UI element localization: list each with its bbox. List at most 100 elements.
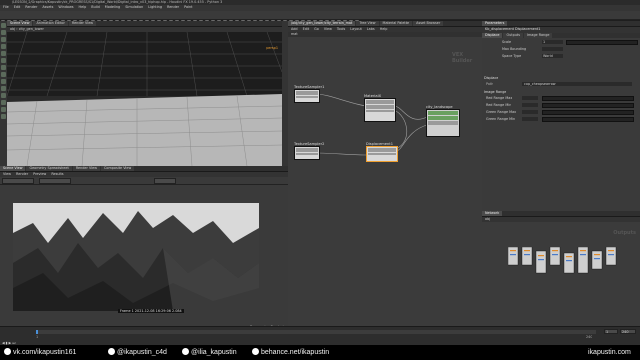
param-value-field[interactable]: [522, 110, 538, 114]
viewport-tool-icon[interactable]: [1, 37, 6, 42]
menu-item[interactable]: File: [3, 5, 9, 9]
menu-item[interactable]: Modeling: [105, 5, 120, 9]
param-slider[interactable]: [542, 110, 634, 115]
param-row: Red Range Min: [482, 103, 640, 108]
param-file-field[interactable]: cop_cheapsearrow: [522, 82, 632, 86]
playback-controls[interactable]: ◀ ▮ ▶ ⏭: [2, 329, 32, 345]
node-texturesampler1[interactable]: TextureSampler1: [294, 85, 324, 103]
viewport-tool-icon[interactable]: [1, 72, 6, 77]
viewport-tool-icon[interactable]: [1, 79, 6, 84]
timeline-frame-field[interactable]: 1: [604, 329, 618, 334]
viewport-tool-icon[interactable]: [1, 93, 6, 98]
viewport-camera-label[interactable]: persp1: [266, 46, 278, 50]
tab-item[interactable]: Displace: [482, 33, 503, 38]
param-label: Max Bounding: [502, 47, 527, 51]
outputs-node-grid: [507, 246, 618, 291]
behance-icon: [252, 348, 259, 355]
menu-item[interactable]: Assets: [42, 5, 53, 9]
render-node-select[interactable]: [39, 178, 72, 184]
node-texturesampler2[interactable]: TextureSampler2: [294, 142, 324, 160]
viewport-tool-icon[interactable]: [1, 44, 6, 49]
param-image-label: Image Range: [484, 90, 507, 94]
param-label: Scale: [502, 40, 512, 44]
param-label: Green Range Max: [486, 110, 517, 114]
instagram-icon: [182, 348, 189, 355]
menu-item[interactable]: Preview: [33, 172, 46, 176]
param-value-field[interactable]: [522, 103, 538, 107]
param-label: Red Range Min: [486, 103, 512, 107]
menu-item[interactable]: Render: [167, 5, 179, 9]
viewport-tool-icon[interactable]: [1, 65, 6, 70]
shelf-toolbar: [0, 11, 640, 24]
timeline-slider[interactable]: [36, 330, 596, 334]
tab-item[interactable]: Scene View: [0, 166, 26, 171]
outputs-path[interactable]: obj: [482, 217, 640, 222]
parameter-pane: Parameters Kb_displacement Displacement1…: [482, 21, 640, 211]
tab-item[interactable]: Animation Editor: [33, 21, 68, 26]
tab-item[interactable]: Outputs: [503, 33, 523, 38]
param-subtabs: Displace Outputs Image Range: [482, 33, 640, 38]
render-camera-select[interactable]: [2, 178, 34, 184]
param-slider[interactable]: [542, 103, 634, 108]
outputs-nodes[interactable]: [507, 246, 618, 287]
timeline-playhead[interactable]: [36, 330, 38, 334]
viewport-tool-icon[interactable]: [1, 51, 6, 56]
viewport-tool-icon[interactable]: [1, 114, 6, 119]
node-city-landscape[interactable]: city_landscape: [426, 105, 460, 137]
viewport-tool-icon[interactable]: [1, 58, 6, 63]
param-label: Green Range Min: [486, 117, 516, 121]
viewport-tool-icon[interactable]: [1, 23, 6, 28]
menu-item[interactable]: Edit: [14, 5, 21, 9]
viewport-tool-icon[interactable]: [1, 30, 6, 35]
tab-item[interactable]: Scene View: [7, 21, 33, 26]
render-button[interactable]: [154, 178, 177, 184]
param-slider[interactable]: [566, 40, 638, 45]
footer-brand[interactable]: ikapustin.com: [588, 348, 631, 357]
param-value-field[interactable]: [522, 117, 538, 121]
tab-item[interactable]: Geometry Spreadsheet: [26, 166, 72, 171]
menu-item[interactable]: Lighting: [148, 5, 162, 9]
menu-item[interactable]: Windows: [58, 5, 73, 9]
tab-item[interactable]: Render View: [72, 166, 101, 171]
param-label: Space Type: [502, 54, 522, 58]
outputs-tab[interactable]: Network: [482, 211, 503, 216]
timeline-total-field[interactable]: 240: [620, 329, 636, 334]
footer-ig2[interactable]: @ilia_kapustin: [182, 348, 237, 357]
footer-vk[interactable]: vk.com/ikapustin161: [4, 348, 76, 357]
menu-item[interactable]: Render: [25, 5, 37, 9]
render-view-pane: Scene View Geometry Spreadsheet Render Vie…: [0, 166, 288, 336]
param-slider[interactable]: [542, 117, 634, 122]
tab-item[interactable]: Composite View: [101, 166, 135, 171]
menu-item[interactable]: Simulation: [125, 5, 143, 9]
menu-item[interactable]: Render: [16, 172, 28, 176]
param-row: Max Bounding: [482, 47, 640, 51]
outputs-title: Outputs: [613, 230, 636, 236]
viewport-canvas[interactable]: [7, 32, 282, 166]
node-displacement1[interactable]: Displacement1: [366, 142, 398, 162]
viewport-path2[interactable]: city_gen_lower: [19, 27, 44, 31]
viewport-tool-icon[interactable]: [1, 86, 6, 91]
menu-item[interactable]: Paint: [184, 5, 192, 9]
instagram-icon: [108, 348, 115, 355]
param-value-field[interactable]: 1: [542, 40, 563, 44]
viewport-tool-icon[interactable]: [1, 100, 6, 105]
menu-item[interactable]: Results: [51, 172, 63, 176]
tab-item[interactable]: Render View: [68, 21, 97, 26]
param-value-field[interactable]: [522, 96, 538, 100]
tab-item[interactable]: Image Range: [524, 33, 553, 38]
viewport-path[interactable]: obj: [10, 27, 15, 31]
param-value-field[interactable]: [542, 47, 563, 51]
param-value-field[interactable]: World: [542, 54, 563, 58]
param-file-label: Path: [486, 82, 494, 86]
param-tab[interactable]: Parameters: [482, 21, 508, 26]
param-slider[interactable]: [542, 96, 634, 101]
footer-behance[interactable]: behance.net/ikapustin: [252, 348, 329, 357]
menu-item[interactable]: View: [3, 172, 11, 176]
node-materialx[interactable]: MaterialX: [364, 94, 396, 122]
viewport-tool-icon[interactable]: [1, 107, 6, 112]
footer-ig1[interactable]: @ikapustin_c4d: [108, 348, 167, 357]
terrain-plane: [7, 94, 282, 166]
menu-item[interactable]: Help: [79, 5, 87, 9]
menu-item[interactable]: Build: [91, 5, 100, 9]
node-label: TextureSampler1: [294, 85, 325, 89]
